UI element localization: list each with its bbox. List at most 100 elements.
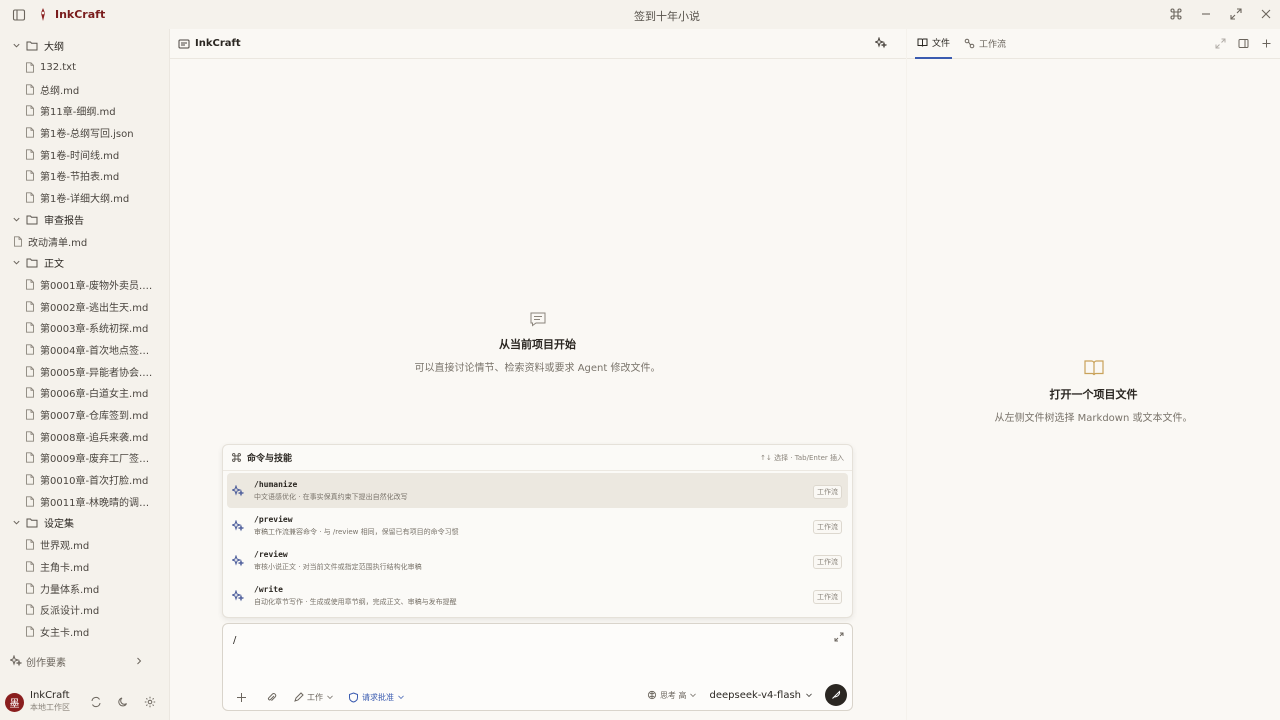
approval-label: 请求批准 [362,692,394,702]
add-tab-plus-icon[interactable] [1261,38,1272,52]
tree-file[interactable]: 力量体系.md [0,577,168,599]
tree-file[interactable]: 第0002章-逃出生天.md [0,295,168,317]
minimize-icon[interactable] [1198,6,1214,22]
tab-files[interactable]: 文件 [915,29,953,59]
tree-file[interactable]: 第0005章-异能者协会.md [0,360,168,382]
command-icon [232,453,241,462]
tree-file[interactable]: 总纲.md [0,78,168,100]
command-icon[interactable] [1168,6,1184,22]
file-icon [25,84,37,95]
tree-file[interactable]: 第0003章-系统初探.md [0,317,168,339]
sparkle-icon [10,655,22,667]
tree-file[interactable]: 第0008章-追兵来袭.md [0,425,168,447]
file-icon [25,170,37,182]
file-icon [25,387,37,398]
tree-file[interactable]: 第1卷-节拍表.md [0,165,168,187]
tree-file-label: 第0005章-异能者协会.md [40,367,155,379]
command-item[interactable]: /write 自动化章节写作 · 生成或使用章节纲，完成正文、审稿与发布提醒 工作流 [227,578,848,613]
chat-empty-state: 从当前项目开始 可以直接讨论情节、检索资料或要求 Agent 修改文件。 [170,311,905,374]
thinking-level-selector[interactable]: 思考 高 [647,690,698,701]
settings-gear-icon[interactable] [142,694,158,710]
chevron-down-icon [806,693,812,697]
expand-icon[interactable] [834,631,844,645]
chevron-down-icon[interactable] [10,258,22,267]
file-icon [25,62,37,73]
command-item[interactable]: /preview 审稿工作流兼容命令 · 与 /review 相同，保留已有项目的… [227,508,848,543]
command-palette: 命令与技能 ↑↓ 选择 · Tab/Enter 插入 /humanize 中文语感… [222,444,853,618]
send-button[interactable] [825,684,847,706]
command-name: /humanize [254,479,298,489]
tree-file[interactable]: 第1卷-时间线.md [0,143,168,165]
tree-file[interactable]: 132.txt [0,57,168,79]
tree-file[interactable]: 第0004章-首次地点签到... [0,339,168,361]
command-tag: 工作流 [813,555,842,569]
model-selector[interactable]: deepseek-v4-flash [709,690,813,701]
empty-state-description: 可以直接讨论情节、检索资料或要求 Agent 修改文件。 [414,363,661,374]
mode-selector[interactable]: 工作 [293,691,334,703]
theme-moon-icon[interactable] [115,694,131,710]
file-icon [25,626,37,637]
tree-folder[interactable]: 设定集 [0,512,168,534]
attachment-paperclip-icon[interactable] [263,689,279,705]
panel-layout-icon[interactable] [1238,38,1249,52]
tree-file-label: 改动清单.md [28,237,88,249]
tree-file[interactable]: 第11章-细纲.md [0,100,168,122]
chat-panel: InkCraft 从当前项目开始 可以直接讨论情节、检索资料或要求 Agent … [169,29,906,720]
command-description: 中文语感优化 · 在事实保真约束下提出自然化改写 [254,492,408,501]
skill-sparkle-icon [231,588,245,602]
maximize-icon[interactable] [1228,6,1244,22]
command-description: 审核小说正文 · 对当前文件或指定范围执行结构化审稿 [254,562,422,571]
tree-file[interactable]: 第0011章-林晚晴的调查... [0,490,168,512]
tree-file-label: 第0011章-林晚晴的调查... [40,497,155,509]
chevron-down-icon[interactable] [10,41,22,50]
tree-file[interactable]: 第0006章-白道女主.md [0,382,168,404]
file-icon [25,452,37,464]
sync-icon[interactable] [88,694,104,710]
quill-send-icon [832,690,841,699]
file-icon [25,431,37,442]
tree-file[interactable]: 第0001章-废物外卖员.md [0,274,168,296]
tree-folder[interactable]: 大纲 [0,35,168,57]
tree-file[interactable]: 第0009章-废弃工厂签到... [0,447,168,469]
file-icon [25,192,37,203]
file-icon [13,235,25,247]
add-plus-icon[interactable] [233,689,249,705]
tree-folder[interactable]: 审查报告 [0,209,168,231]
command-item[interactable]: /review 审核小说正文 · 对当前文件或指定范围执行结构化审稿 工作流 [227,543,848,578]
brain-icon [647,690,657,700]
tab-workflow[interactable]: 工作流 [962,29,1008,59]
tab-files-label: 文件 [932,39,951,49]
tree-file-label: 132.txt [40,62,77,74]
file-empty-title: 打开一个项目文件 [1049,388,1138,401]
tree-file-label: 第0002章-逃出生天.md [40,302,149,314]
model-label: deepseek-v4-flash [709,689,801,701]
file-icon [25,322,37,333]
tree-folder[interactable]: 正文 [0,252,168,274]
tree-file[interactable]: 改动清单.md [0,230,168,252]
chevron-down-icon [690,693,697,697]
approval-selector[interactable]: 请求批准 [348,691,405,703]
creative-elements-button[interactable]: 创作要素 [0,649,160,673]
tree-file[interactable]: 女主卡.md [0,621,168,643]
tree-file[interactable]: 世界观.md [0,534,168,556]
user-profile[interactable]: 墨 InkCraft 本地工作区 [0,687,168,717]
command-item[interactable]: /humanize 中文语感优化 · 在事实保真约束下提出自然化改写 工作流 [227,473,848,508]
tree-file[interactable]: 主角卡.md [0,556,168,578]
close-icon[interactable] [1258,6,1274,22]
chevron-down-icon[interactable] [10,518,22,527]
composer-toolbar: 工作 请求批准 思考 高 deepseek-v4-flash [223,680,852,710]
chevron-down-icon[interactable] [10,215,22,224]
tree-file-label: 第0009章-废弃工厂签到... [40,454,155,466]
chat-window-icon [178,39,190,48]
tree-file[interactable]: 反派设计.md [0,599,168,621]
tree-file[interactable]: 第1卷-总纲写回.json [0,122,168,144]
composer[interactable]: / 工作 请求批准 思考 高 deepseek-v4-flash [222,623,853,711]
tree-file[interactable]: 第0007章-仓库签到.md [0,404,168,426]
skills-sparkle-icon[interactable] [874,36,892,52]
tree-file[interactable]: 第0010章-首次打脸.md [0,469,168,491]
tree-file[interactable]: 第1卷-详细大纲.md [0,187,168,209]
tree-file-label: 第0004章-首次地点签到... [40,345,155,357]
composer-input[interactable]: / [233,635,236,646]
fullscreen-icon[interactable] [1215,38,1226,52]
tree-file-label: 第0003章-系统初探.md [40,324,149,336]
